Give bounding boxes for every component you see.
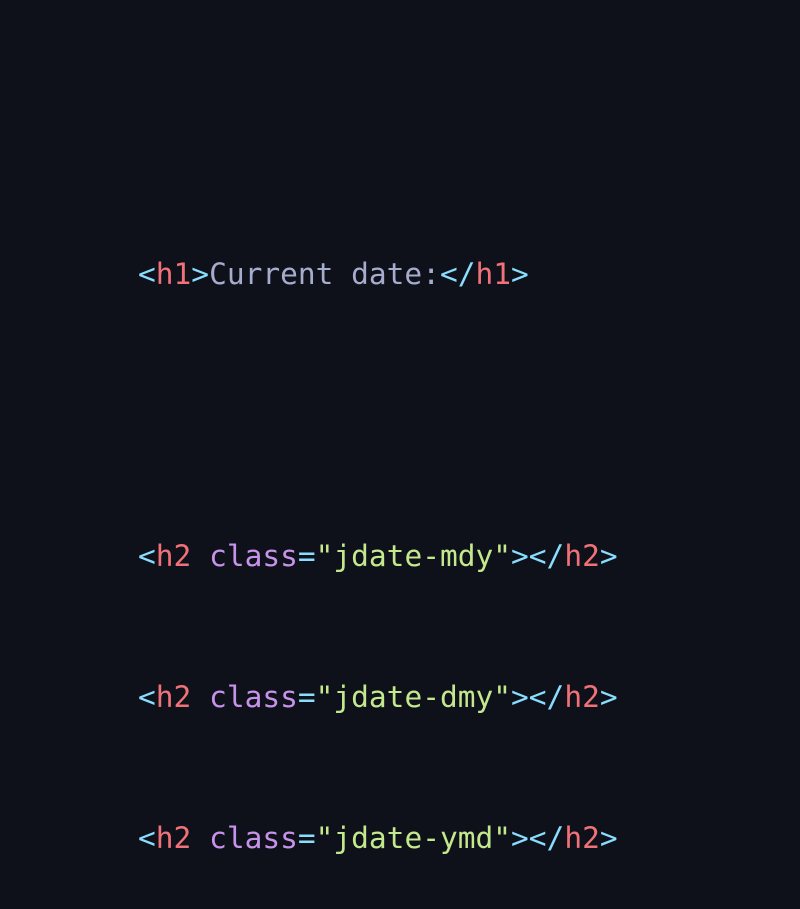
tag-name: h2	[155, 539, 192, 573]
tag-name: h2	[155, 680, 192, 714]
attribute-equals: =	[297, 680, 316, 714]
code-line-h2-ymd: <h2 class="jdate-ymd"></h2>	[138, 815, 618, 862]
closing-tag-close-bracket: >	[599, 539, 618, 573]
tag-name: h1	[155, 257, 192, 291]
closing-tag-name: h1	[475, 257, 512, 291]
code-line-h1: <h1>Current date:</h1>	[138, 251, 618, 298]
tag-end-brackets: ></	[511, 539, 565, 573]
attribute-name: class	[209, 680, 298, 714]
attribute-name: class	[209, 539, 298, 573]
attribute-value: "jdate-ymd"	[315, 821, 512, 855]
closing-tag-open-bracket: </	[439, 257, 476, 291]
closing-tag-name: h2	[564, 539, 600, 573]
attribute-name: class	[209, 821, 298, 855]
element-text: Current date:	[209, 257, 440, 291]
tag-close-bracket: >	[191, 257, 210, 291]
attribute-equals: =	[297, 539, 316, 573]
tag-open-bracket: <	[138, 257, 156, 291]
tag-open-bracket: <	[138, 821, 156, 855]
tag-open-bracket: <	[138, 539, 156, 573]
tag-name: h2	[155, 821, 192, 855]
closing-tag-close-bracket: >	[599, 821, 618, 855]
attribute-value: "jdate-dmy"	[315, 680, 512, 714]
tag-end-brackets: ></	[511, 821, 565, 855]
closing-tag-close-bracket: >	[599, 680, 618, 714]
attribute-value: "jdate-mdy"	[315, 539, 512, 573]
closing-tag-name: h2	[564, 680, 600, 714]
closing-tag-name: h2	[564, 821, 600, 855]
tag-end-brackets: ></	[511, 680, 565, 714]
code-line-h2-dmy: <h2 class="jdate-dmy"></h2>	[138, 674, 618, 721]
attribute-equals: =	[297, 821, 316, 855]
code-line-h2-mdy: <h2 class="jdate-mdy"></h2>	[138, 533, 618, 580]
tag-open-bracket: <	[138, 680, 156, 714]
code-block: <h1>Current date:</h1> <h2 class="jdate-…	[138, 157, 618, 909]
closing-tag-close-bracket: >	[511, 257, 529, 291]
